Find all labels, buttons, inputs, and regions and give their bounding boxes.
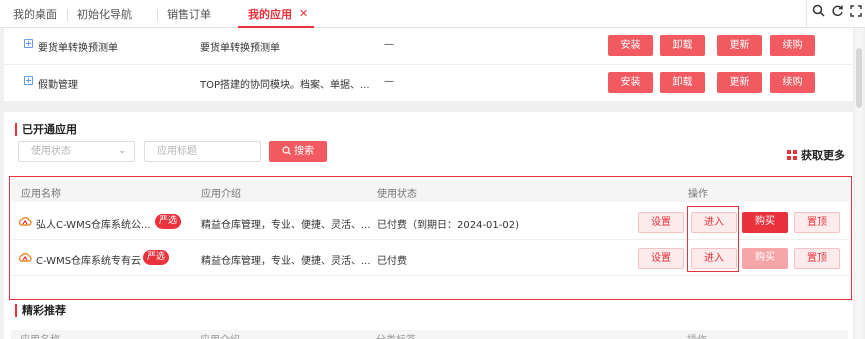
get-more-label: 获取更多 (801, 149, 845, 162)
app-name[interactable]: 弘人C-WMS仓库系统公... (36, 216, 151, 231)
buy-button[interactable]: 购买 (742, 212, 788, 233)
app-intro: 精益仓库管理，专业、便捷、灵活、... (201, 256, 371, 267)
table-header: 应用名称 应用介绍 使用状态 操作 (12, 179, 849, 202)
settings-button[interactable]: 设置 (638, 248, 684, 269)
title-input-placeholder: 应用标题 (157, 146, 197, 157)
recommend-section: 精彩推荐 应用名称 应用介绍 分类标签 操作 (4, 302, 853, 339)
column-header-category: 分类标签 (376, 331, 416, 339)
toolbar-divider (806, 0, 807, 28)
search-button[interactable]: 搜索 (269, 141, 327, 162)
tab-init-nav[interactable]: 初始化导航 (77, 0, 132, 28)
tab-sales-order[interactable]: 销售订单 (167, 0, 211, 28)
tab-separator (67, 9, 68, 21)
app-status: 已付费 (377, 256, 407, 267)
column-header-intro: 应用介绍 (200, 331, 240, 339)
app-name: 假勤管理 (38, 80, 78, 91)
featured-badge: 严选 (143, 250, 170, 265)
app-name[interactable]: C-WMS仓库系统专有云 (36, 252, 141, 267)
app-intro: 精益仓库管理，专业、便捷、灵活、... (201, 220, 371, 231)
update-button[interactable]: 更新 (717, 35, 762, 56)
cloud-logo-icon (18, 216, 32, 226)
search-button-label: 搜索 (294, 146, 315, 157)
install-list: 要货单转换预测单 要货单转换预测单 — 安装 卸载 更新 续购 假勤管理 TOP… (4, 28, 853, 101)
app-status: 已付费（到期日：2024-01-02) (377, 220, 520, 231)
column-header-name: 应用名称 (21, 189, 61, 200)
column-header-name: 应用名称 (20, 331, 60, 339)
tab-my-desktop[interactable]: 我的桌面 (13, 0, 57, 28)
fullscreen-icon[interactable] (846, 4, 865, 24)
renew-button[interactable]: 续购 (770, 72, 815, 93)
status-select[interactable]: 使用状态 ⌄ (18, 141, 135, 162)
app-status: — (384, 76, 394, 87)
status-select-placeholder: 使用状态 (31, 146, 71, 157)
update-button[interactable]: 更新 (717, 72, 762, 93)
pin-button[interactable]: 置顶 (794, 248, 840, 269)
enter-column-highlight (687, 206, 739, 272)
section-title: 精彩推荐 (15, 304, 66, 317)
app-desc: 要货单转换预测单 (200, 43, 280, 54)
column-header-ops: 操作 (688, 189, 708, 200)
install-row: 要货单转换预测单 要货单转换预测单 — 安装 卸载 更新 续购 (4, 28, 853, 64)
install-row: 假勤管理 TOP搭建的协同模块。档案、单据、... — 安装 卸载 更新 续购 (4, 64, 853, 100)
search-icon (282, 146, 291, 155)
app-status: — (384, 39, 394, 50)
featured-badge: 严选 (155, 214, 182, 229)
title-input[interactable]: 应用标题 (144, 141, 261, 162)
vertical-scrollbar[interactable] (855, 28, 863, 339)
grid-icon (787, 150, 797, 160)
expand-icon[interactable] (24, 39, 33, 48)
column-header-ops: 操作 (687, 331, 707, 339)
tab-separator (157, 9, 158, 21)
renew-button[interactable]: 续购 (770, 35, 815, 56)
cloud-logo-icon (18, 252, 32, 262)
tab-bar: 我的桌面 初始化导航 销售订单 我的应用 ✕ (0, 0, 865, 28)
refresh-icon[interactable] (827, 4, 847, 24)
install-button[interactable]: 安装 (608, 35, 653, 56)
app-name: 要货单转换预测单 (38, 43, 118, 54)
get-more-link[interactable]: 获取更多 (787, 147, 845, 163)
scrollbar-thumb[interactable] (856, 48, 862, 108)
expand-icon[interactable] (24, 76, 33, 85)
section-title: 已开通应用 (15, 123, 77, 136)
buy-button[interactable]: 购买 (742, 248, 788, 269)
column-header-intro: 应用介绍 (201, 189, 241, 200)
close-icon[interactable]: ✕ (299, 8, 308, 20)
uninstall-button[interactable]: 卸载 (660, 72, 705, 93)
column-header-status: 使用状态 (377, 189, 417, 200)
app-desc: TOP搭建的协同模块。档案、单据、... (200, 80, 370, 91)
search-icon[interactable] (808, 4, 828, 24)
table-header (11, 330, 848, 339)
install-button[interactable]: 安装 (608, 72, 653, 93)
settings-button[interactable]: 设置 (638, 212, 684, 233)
tab-my-apps-label: 我的应用 (248, 8, 292, 21)
chevron-down-icon: ⌄ (118, 146, 126, 156)
uninstall-button[interactable]: 卸载 (660, 35, 705, 56)
pin-button[interactable]: 置顶 (794, 212, 840, 233)
